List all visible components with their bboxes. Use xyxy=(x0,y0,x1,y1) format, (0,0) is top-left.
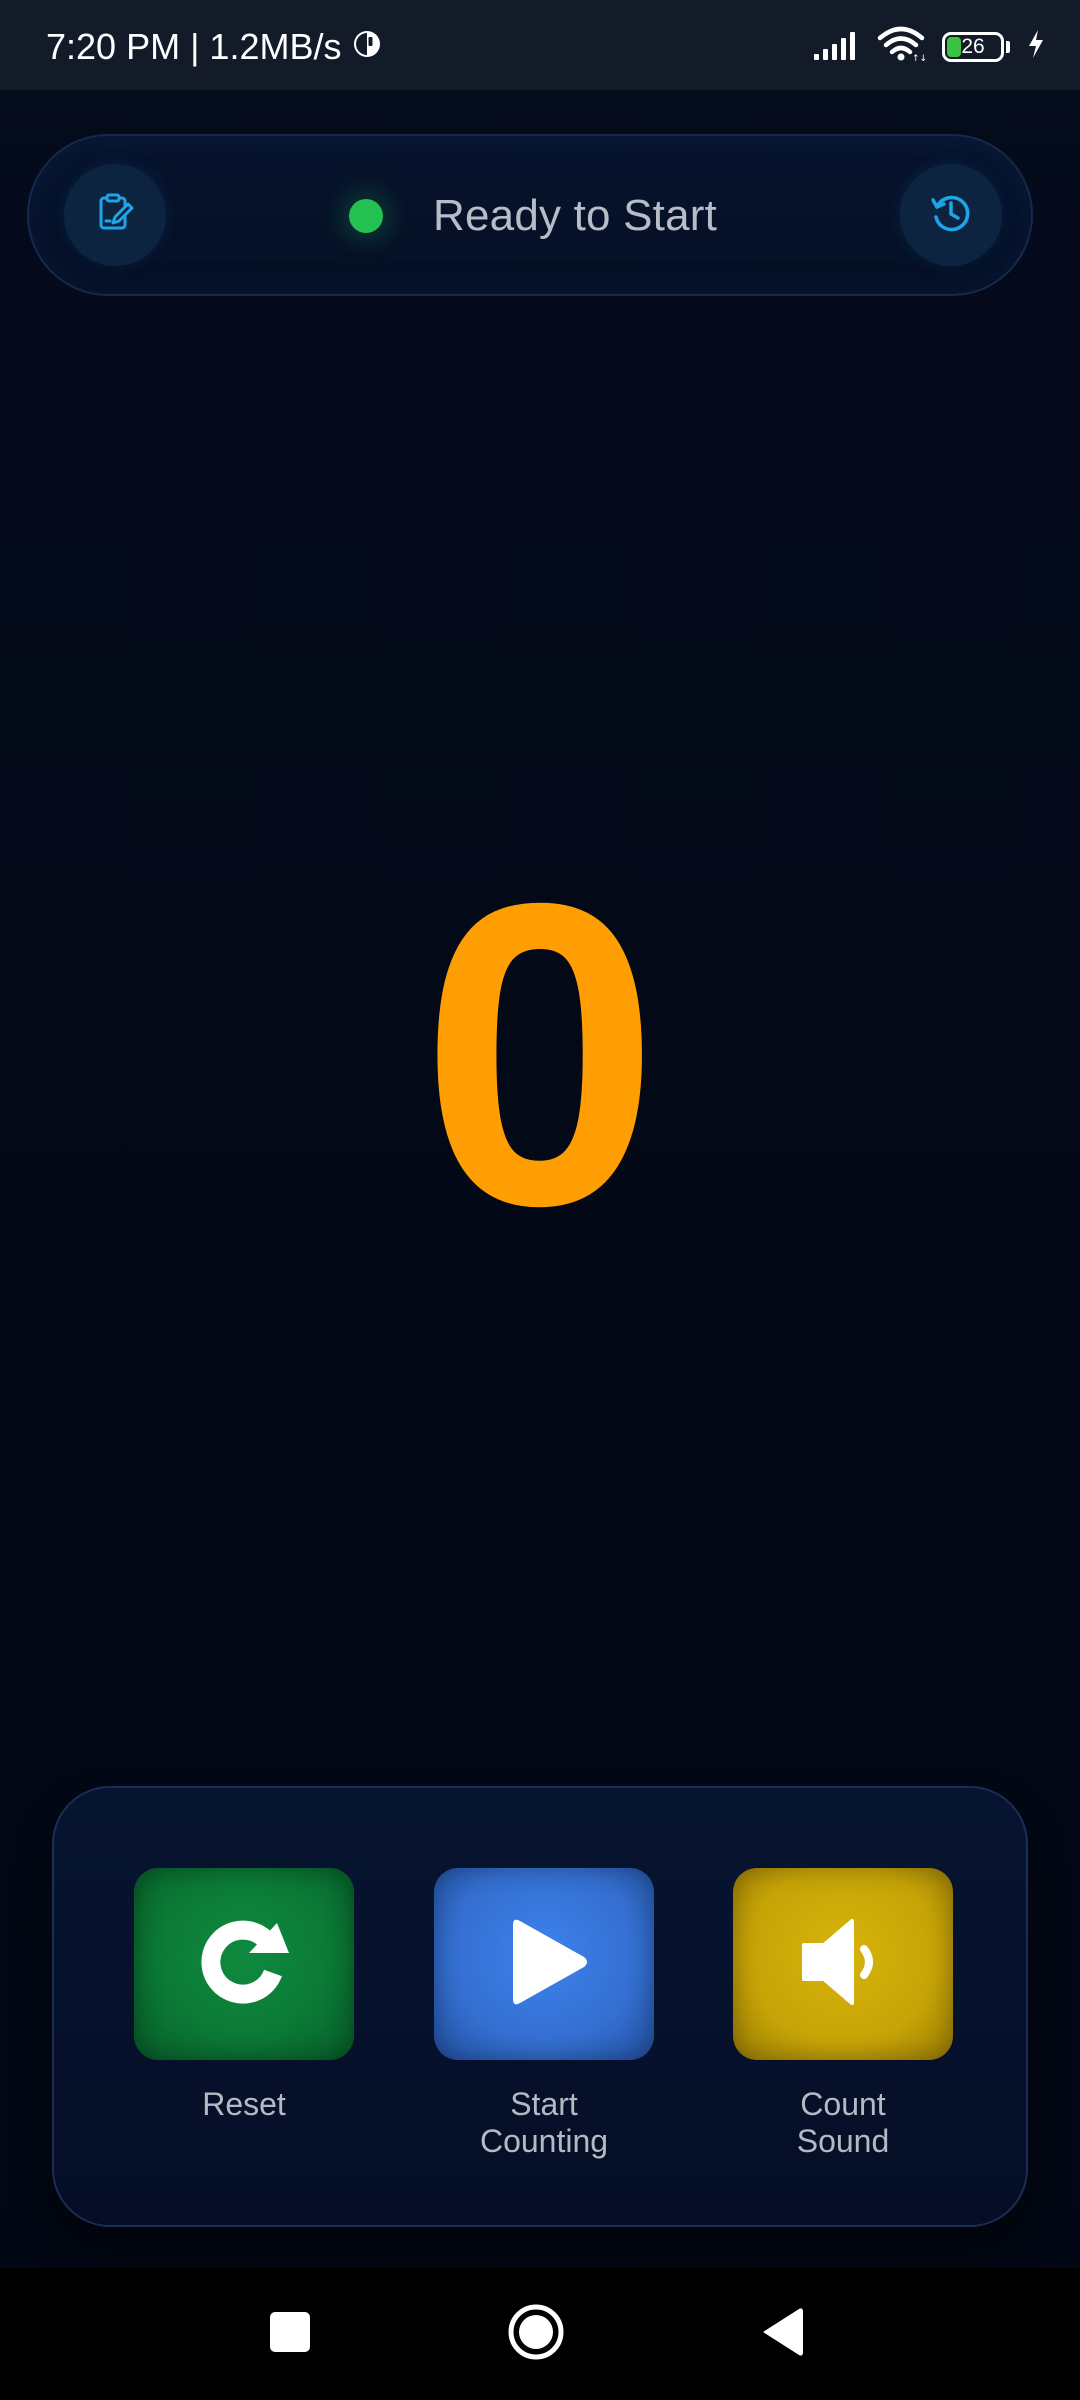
status-dot xyxy=(349,199,383,233)
battery-icon: 26 xyxy=(942,31,1010,62)
top-status-bar: Ready to Start xyxy=(27,134,1033,296)
battery-fill xyxy=(947,36,961,57)
data-saver-icon xyxy=(351,28,383,66)
play-icon xyxy=(489,1907,599,2022)
home-button[interactable] xyxy=(500,2298,572,2370)
reset-button[interactable] xyxy=(134,1868,354,2060)
history-button[interactable] xyxy=(900,164,1002,266)
control-panel: Reset Start Counting Count Sound xyxy=(52,1786,1028,2227)
count-sound-label: Count Sound xyxy=(733,2086,953,2160)
start-counting-label: Start Counting xyxy=(434,2086,654,2160)
status-indicator: Ready to Start xyxy=(349,166,717,266)
back-button[interactable] xyxy=(746,2298,818,2370)
status-left: 7:20 PM | 1.2MB/s xyxy=(46,28,383,66)
status-bar: 7:20 PM | 1.2MB/s ↑↓ 26 xyxy=(0,0,1080,90)
navigation-bar xyxy=(0,2268,1080,2400)
reset-icon xyxy=(189,1907,299,2022)
start-control: Start Counting xyxy=(434,1868,654,2160)
reset-control: Reset xyxy=(134,1868,354,2123)
history-clock-icon xyxy=(927,189,975,242)
reset-label: Reset xyxy=(202,2086,286,2122)
app-screen: 7:20 PM | 1.2MB/s ↑↓ 26 Ready to Start 0… xyxy=(0,0,1080,2400)
signal-icon xyxy=(812,28,860,65)
home-circle-icon xyxy=(506,2302,566,2367)
start-counting-button[interactable] xyxy=(434,1868,654,2060)
speaker-icon xyxy=(788,1907,898,2022)
counter-display: 0 xyxy=(420,815,660,1295)
sound-control: Count Sound xyxy=(733,1868,953,2160)
clipboard-edit-icon xyxy=(93,191,137,240)
wifi-icon: ↑↓ xyxy=(876,26,927,67)
back-triangle-icon xyxy=(757,2305,807,2364)
svg-text:↑↓: ↑↓ xyxy=(912,54,926,62)
charging-icon xyxy=(1026,28,1046,65)
battery-level: 26 xyxy=(961,34,985,58)
status-right: ↑↓ 26 xyxy=(812,26,1046,67)
sound-label-line2: Sound xyxy=(796,2123,890,2159)
status-text: Ready to Start xyxy=(433,191,718,240)
recents-button[interactable] xyxy=(254,2298,326,2370)
start-label-line2: Counting xyxy=(479,2123,609,2159)
start-label-line1: Start xyxy=(510,2086,578,2122)
edit-log-button[interactable] xyxy=(64,164,166,266)
status-time-speed: 7:20 PM | 1.2MB/s xyxy=(46,26,342,67)
square-icon xyxy=(268,2310,312,2359)
count-sound-button[interactable] xyxy=(733,1868,953,2060)
sound-label-line1: Count xyxy=(800,2086,886,2122)
